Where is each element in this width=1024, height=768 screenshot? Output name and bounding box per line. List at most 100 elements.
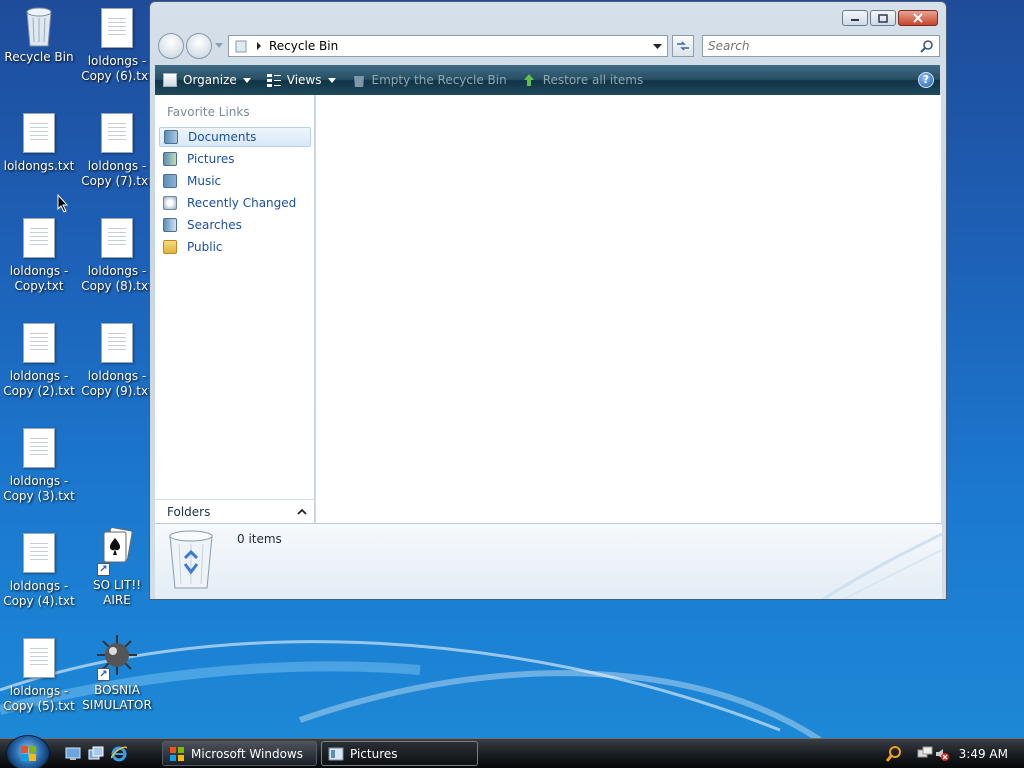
desktop-icon-loldongs-copy-9[interactable]: loldongs - Copy (9).txt [78,323,156,399]
text-file-icon [23,113,55,153]
searches-icon [163,218,177,232]
desktop-icon-loldongs-copy-4[interactable]: loldongs - Copy (4).txt [0,533,78,609]
text-file-icon [23,428,55,468]
desktop-icon-loldongs[interactable]: loldongs.txt [0,113,78,174]
desktop-icon-label: loldongs.txt [3,159,75,173]
desktop-icon-label: loldongs - [9,579,69,593]
forward-button[interactable] [186,33,212,59]
desktop-icon-label: loldongs - [9,474,69,488]
details-pane: 0 items [155,523,942,599]
recycle-bin-icon [22,4,56,47]
organize-icon [163,73,177,87]
start-button[interactable] [6,735,50,768]
taskbar-button-microsoft-windows[interactable]: Microsoft Windows [162,741,317,766]
desktop-icon-label-line2: Copy (8).txt [81,279,153,293]
empty-recycle-bin-button[interactable]: Empty the Recycle Bin [344,65,515,95]
text-file-icon [101,323,133,363]
text-file-icon [23,323,55,363]
nav-link-public[interactable]: Public [159,237,311,257]
text-file-icon [101,113,133,153]
search-tray-icon[interactable] [885,745,903,763]
desktop-icon-label-line2: Copy (5).txt [3,699,75,713]
search-box[interactable] [702,35,940,57]
switch-windows-icon [88,746,104,760]
address-dropdown-icon[interactable] [653,44,662,50]
folders-toggle[interactable]: Folders [155,499,315,523]
desktop-icon-solitaire[interactable]: ↗ SO LIT!! AIRE [78,527,156,608]
nav-link-documents[interactable]: Documents [159,127,311,147]
nav-link-music[interactable]: Music [159,171,311,191]
desktop-icon-label-line2: Copy (4).txt [3,594,75,608]
desktop-icon-label: loldongs - [87,369,147,383]
desktop-icon-loldongs-copy-6[interactable]: loldongs - Copy (6).txt [78,8,156,84]
refresh-icon [677,41,689,51]
close-button[interactable] [898,10,938,26]
address-bar[interactable]: Recycle Bin [228,35,668,57]
nav-link-label: Searches [187,218,242,232]
back-button[interactable] [158,33,184,59]
shortcut-arrow-icon: ↗ [97,563,110,576]
system-tray: 3:49 AM [885,739,1024,768]
recent-pages-dropdown-icon[interactable] [215,43,223,49]
volume-muted-icon[interactable] [935,747,949,761]
taskbar-button-pictures[interactable]: Pictures [321,741,478,766]
desktop-icon-label: loldongs - [87,264,147,278]
desktop-icon-label-line2: Copy (9).txt [81,384,153,398]
internet-explorer-icon [110,746,128,762]
desktop-icon-loldongs-copy-3[interactable]: loldongs - Copy (3).txt [0,428,78,504]
breadcrumb-arrow-icon[interactable] [255,42,263,50]
desktop-icon-label: Recycle Bin [4,50,74,64]
views-button[interactable]: Views [259,65,344,95]
nav-link-label: Music [187,174,222,188]
chevron-down-icon [242,77,251,83]
help-button[interactable]: ? [918,72,934,88]
desktop-icon-loldongs-copy[interactable]: loldongs - Copy.txt [0,218,78,294]
desktop-icon-recycle-bin[interactable]: Recycle Bin [0,4,78,65]
organize-button[interactable]: Organize [155,65,259,95]
desktop-icon-loldongs-copy-5[interactable]: loldongs - Copy (5).txt [0,638,78,714]
desktop-icon-label-line2: Copy.txt [14,279,64,293]
refresh-button[interactable] [672,35,694,57]
search-input[interactable] [708,39,913,53]
desktop-icon-label-line2: SIMULATOR [82,698,152,712]
desktop-icon-label: loldongs - [9,264,69,278]
search-icon[interactable] [920,39,934,53]
organize-label: Organize [183,73,237,87]
desktop-icon-bosnia-simulator[interactable]: ↗ BOSNIA SIMULATOR [78,633,156,713]
empty-recycle-bin-label: Empty the Recycle Bin [371,73,507,87]
views-label: Views [286,73,322,87]
nav-link-label: Pictures [187,152,235,166]
nav-link-searches[interactable]: Searches [159,215,311,235]
taskbar: Microsoft Windows Pictures 3:49 AM [0,735,1024,768]
command-bar: Organize Views Empty the Recycle Bin Res… [155,65,940,95]
help-icon: ? [922,73,930,86]
recycle-bin-small-icon [235,40,247,53]
minimize-icon [851,19,859,21]
maximize-button[interactable] [870,10,896,26]
switch-windows-button[interactable] [88,746,104,762]
taskbar-button-label: Pictures [350,746,398,761]
navigation-pane: Favorite Links Documents Pictures Music … [155,95,315,523]
file-list-area[interactable] [316,95,941,523]
nav-link-recently-changed[interactable]: Recently Changed [159,193,311,213]
desktop-icon-label: loldongs - [9,369,69,383]
explorer-window-icon [328,747,344,760]
clock[interactable]: 3:49 AM [959,747,1008,761]
nav-link-pictures[interactable]: Pictures [159,149,311,169]
desktop-icon-loldongs-copy-7[interactable]: loldongs - Copy (7).txt [78,113,156,189]
desktop-icon-label: loldongs - [9,684,69,698]
minimize-button[interactable] [842,10,868,26]
caption-buttons [840,10,938,26]
restore-all-items-button[interactable]: Restore all items [515,65,652,95]
nav-link-label: Recently Changed [187,196,297,210]
text-file-icon [101,218,133,258]
show-desktop-button[interactable] [65,746,81,762]
breadcrumb-recycle-bin[interactable]: Recycle Bin [269,39,338,53]
desktop-icon-loldongs-copy-8[interactable]: loldongs - Copy (8).txt [78,218,156,294]
text-file-icon [101,8,133,48]
desktop-icon-loldongs-copy-2[interactable]: loldongs - Copy (2).txt [0,323,78,399]
navigation-bar: Recycle Bin [158,33,940,59]
network-icon[interactable] [917,746,933,762]
details-swoosh [821,532,942,599]
internet-explorer-button[interactable] [110,746,128,762]
